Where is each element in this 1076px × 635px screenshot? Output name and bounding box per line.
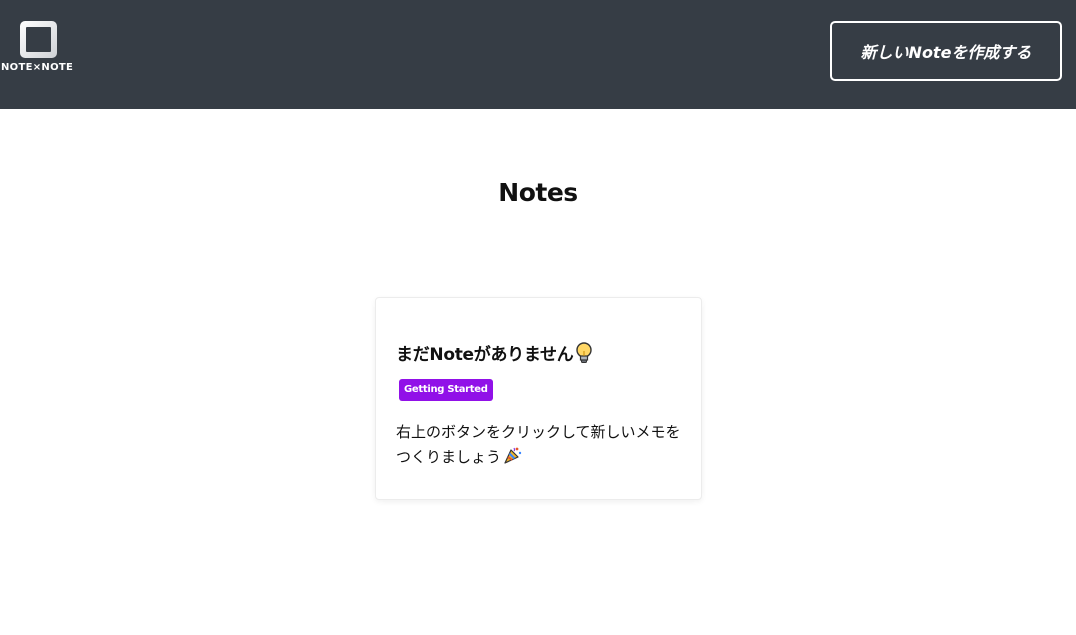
card-title-row: まだNoteがありません [396,340,593,365]
note-card[interactable]: まだNoteがありません Getting Started 右上のボタンをクリック… [375,297,702,500]
app-logo[interactable]: NOTE×NOTE [0,20,78,80]
logo-text: NOTE×NOTE [1,62,74,73]
page-title: Notes [498,178,578,207]
party-popper-icon [504,447,522,464]
square-frame-logo-icon [20,21,57,58]
new-note-button[interactable]: 新しいNoteを作成する [830,21,1062,81]
card-body-text: 右上のボタンをクリックして新しいメモをつくりましょう [396,423,681,466]
tag-badge[interactable]: Getting Started [399,379,493,401]
lightbulb-icon [576,341,593,363]
card-body: 右上のボタンをクリックして新しいメモをつくりましょう [396,420,686,470]
app-header: NOTE×NOTE 新しいNoteを作成する [0,0,1076,109]
card-title: まだNoteがありません [396,345,574,365]
